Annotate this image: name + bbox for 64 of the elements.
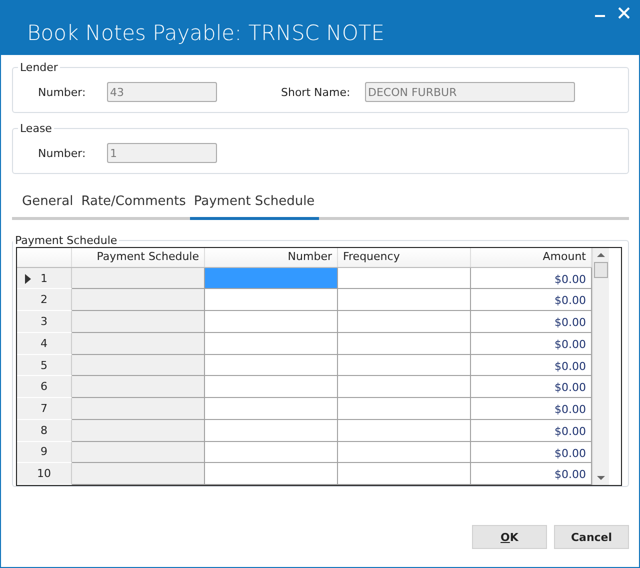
table-cell[interactable]: $0.00 xyxy=(471,354,592,376)
table-cell[interactable] xyxy=(338,289,471,312)
tab[interactable]: Rate/Comments xyxy=(77,191,190,220)
table-cell[interactable]: $0.00 xyxy=(471,442,592,464)
dialog-button[interactable]: Cancel xyxy=(554,525,629,549)
table-cell[interactable] xyxy=(205,289,338,312)
row-header[interactable]: 2 xyxy=(17,289,72,312)
table-cell[interactable] xyxy=(205,376,338,398)
scroll-down-icon[interactable] xyxy=(597,475,605,481)
table-cell[interactable] xyxy=(338,354,471,376)
table-cell[interactable] xyxy=(338,442,471,464)
column-header[interactable]: Payment Schedule xyxy=(72,248,205,267)
table-cell[interactable] xyxy=(338,376,471,398)
short-name-field[interactable]: DECON FURBUR xyxy=(365,82,575,102)
current-row-icon xyxy=(25,274,31,284)
tab[interactable]: General xyxy=(18,191,78,220)
table-cell[interactable] xyxy=(338,420,471,442)
table-cell[interactable] xyxy=(338,311,471,333)
close-icon[interactable] xyxy=(617,6,631,20)
row-header[interactable]: 3 xyxy=(17,311,72,333)
column-header[interactable]: Frequency xyxy=(338,248,471,267)
field-label: Short Name: xyxy=(280,86,352,98)
tab[interactable]: Payment Schedule xyxy=(190,191,319,220)
table-cell[interactable] xyxy=(205,332,338,355)
table-cell[interactable]: $0.00 xyxy=(471,289,592,312)
table-cell[interactable] xyxy=(205,442,338,464)
table-cell[interactable] xyxy=(205,398,338,420)
dialog-button[interactable]: OK xyxy=(472,525,547,549)
scrollbar[interactable] xyxy=(592,248,609,485)
row-header[interactable]: 8 xyxy=(17,420,72,442)
table-cell[interactable]: $0.00 xyxy=(471,420,592,442)
row-header[interactable]: 5 xyxy=(17,354,72,376)
table-cell[interactable] xyxy=(338,463,471,485)
column-header[interactable]: Number xyxy=(205,248,338,267)
group-legend: Lender xyxy=(18,61,60,74)
table-cell[interactable] xyxy=(338,398,471,420)
table-cell[interactable]: $0.00 xyxy=(471,311,592,333)
scroll-thumb[interactable] xyxy=(594,262,608,278)
row-header[interactable]: 7 xyxy=(17,398,72,420)
table-cell[interactable]: $0.00 xyxy=(471,398,592,420)
table-cell[interactable] xyxy=(205,268,338,290)
group-legend: Payment Schedule xyxy=(13,234,120,247)
group-legend: Lease xyxy=(18,122,54,135)
table-cell[interactable]: $0.00 xyxy=(471,332,592,355)
table-cell[interactable]: $0.00 xyxy=(471,463,592,485)
row-header[interactable]: 10 xyxy=(17,463,72,485)
field-label: Number: xyxy=(37,86,87,98)
number-field[interactable]: 1 xyxy=(107,143,217,163)
table-cell[interactable]: $0.00 xyxy=(471,376,592,398)
window-title: Book Notes Payable: TRNSC NOTE xyxy=(27,20,384,44)
table-cell[interactable] xyxy=(205,420,338,442)
table-cell[interactable] xyxy=(205,463,338,485)
row-header[interactable]: 4 xyxy=(17,332,72,355)
row-header[interactable]: 9 xyxy=(17,442,72,464)
number-field[interactable]: 43 xyxy=(107,82,217,102)
table-cell[interactable] xyxy=(205,311,338,333)
field-label: Number: xyxy=(37,146,87,160)
table-cell[interactable] xyxy=(338,268,471,290)
row-header[interactable]: 1 xyxy=(17,268,72,290)
row-header[interactable]: 6 xyxy=(17,376,72,398)
table-cell[interactable]: $0.00 xyxy=(471,268,592,290)
scroll-up-icon[interactable] xyxy=(597,252,605,258)
table-cell[interactable] xyxy=(338,332,471,355)
table-cell[interactable] xyxy=(205,354,338,376)
